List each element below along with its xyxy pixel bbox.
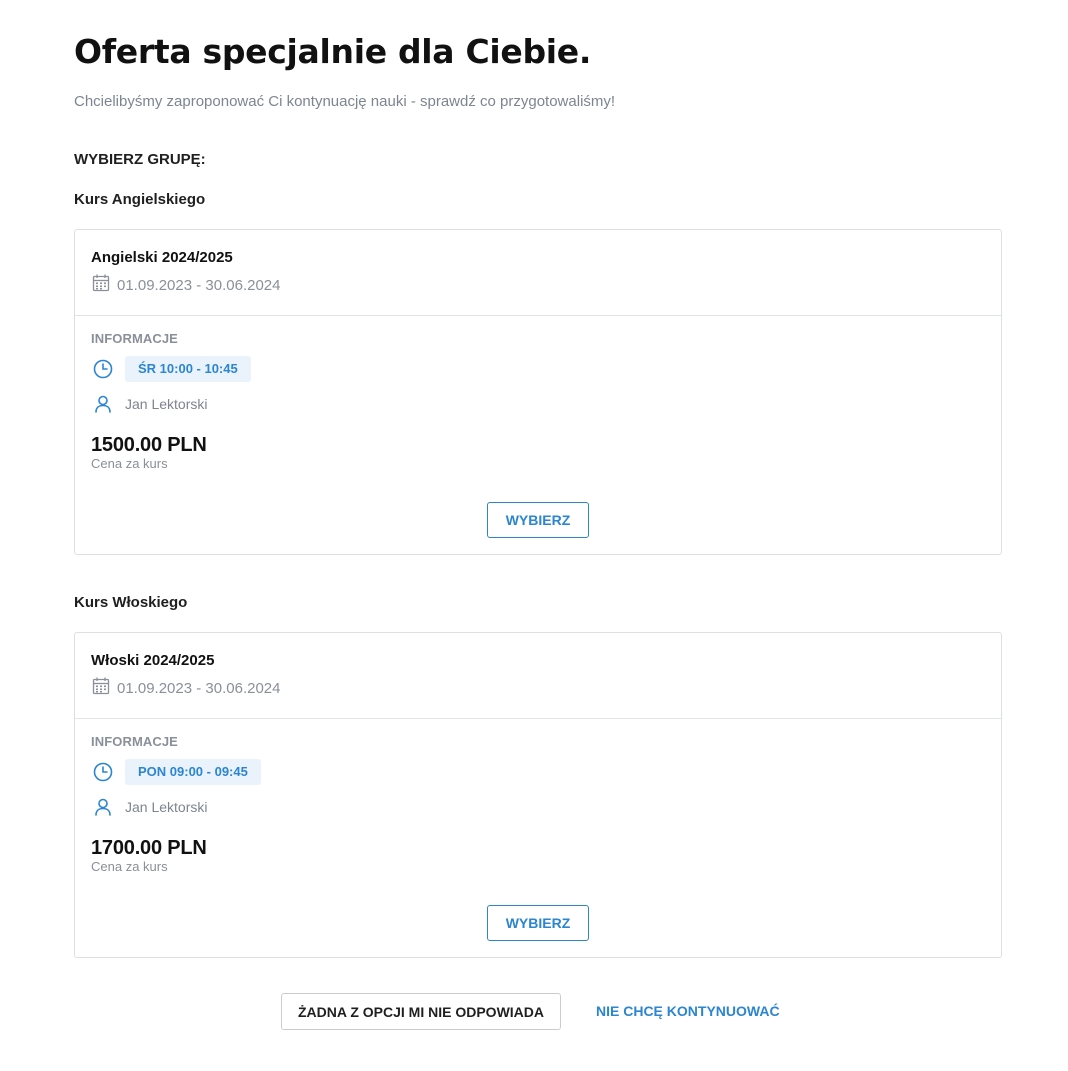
teacher-name: Jan Lektorski — [125, 396, 208, 412]
choose-english-button[interactable]: WYBIERZ — [487, 502, 589, 538]
course-card-header: Włoski 2024/2025 01.09.2023 - 30.06.2024 — [75, 633, 1001, 719]
user-icon — [91, 392, 115, 416]
course-price: 1500.00 PLN — [91, 434, 207, 456]
teacher-row: Jan Lektorski — [91, 795, 207, 819]
course-card-body: INFORMACJE PON 09:00 - 09:45 Jan Lektors… — [75, 719, 1001, 957]
info-label: INFORMACJE — [91, 734, 178, 749]
calendar-icon — [91, 676, 117, 700]
course-card-body: INFORMACJE ŚR 10:00 - 10:45 Jan Lektorsk… — [75, 316, 1001, 554]
schedule-badge: ŚR 10:00 - 10:45 — [125, 356, 251, 382]
choose-italian-button[interactable]: WYBIERZ — [487, 905, 589, 941]
course-dates: 01.09.2023 - 30.06.2024 — [91, 273, 985, 297]
user-icon — [91, 795, 115, 819]
clock-icon — [91, 357, 115, 381]
teacher-row: Jan Lektorski — [91, 392, 207, 416]
group-title-italian: Kurs Włoskiego — [74, 594, 188, 611]
offer-page: Oferta specjalnie dla Ciebie. Chcielibyś… — [0, 0, 1068, 1071]
course-name: Angielski 2024/2025 — [91, 249, 233, 266]
page-title: Oferta specjalnie dla Ciebie. — [74, 32, 592, 71]
course-card-english: Angielski 2024/2025 01.09.2023 - 30.06.2… — [74, 229, 1002, 555]
schedule-row: ŚR 10:00 - 10:45 — [91, 356, 251, 382]
price-note: Cena za kurs — [91, 859, 168, 874]
course-dates: 01.09.2023 - 30.06.2024 — [91, 676, 985, 700]
none-fits-button[interactable]: ŻADNA Z OPCJI MI NIE ODPOWIADA — [281, 993, 561, 1030]
page-subtitle: Chcielibyśmy zaproponować Ci kontynuację… — [74, 93, 616, 110]
info-label: INFORMACJE — [91, 331, 178, 346]
course-name: Włoski 2024/2025 — [91, 652, 215, 669]
group-title-english: Kurs Angielskiego — [74, 191, 206, 208]
calendar-icon — [91, 273, 117, 297]
schedule-badge: PON 09:00 - 09:45 — [125, 759, 261, 785]
choose-group-label: WYBIERZ GRUPĘ: — [74, 151, 206, 168]
dont-continue-link[interactable]: NIE CHCĘ KONTYNUOWAĆ — [596, 1003, 780, 1019]
course-price: 1700.00 PLN — [91, 837, 207, 859]
price-note: Cena za kurs — [91, 456, 168, 471]
course-dates-text: 01.09.2023 - 30.06.2024 — [117, 276, 281, 294]
teacher-name: Jan Lektorski — [125, 799, 208, 815]
course-card-header: Angielski 2024/2025 01.09.2023 - 30.06.2… — [75, 230, 1001, 316]
schedule-row: PON 09:00 - 09:45 — [91, 759, 261, 785]
course-dates-text: 01.09.2023 - 30.06.2024 — [117, 679, 281, 697]
course-card-italian: Włoski 2024/2025 01.09.2023 - 30.06.2024… — [74, 632, 1002, 958]
clock-icon — [91, 760, 115, 784]
